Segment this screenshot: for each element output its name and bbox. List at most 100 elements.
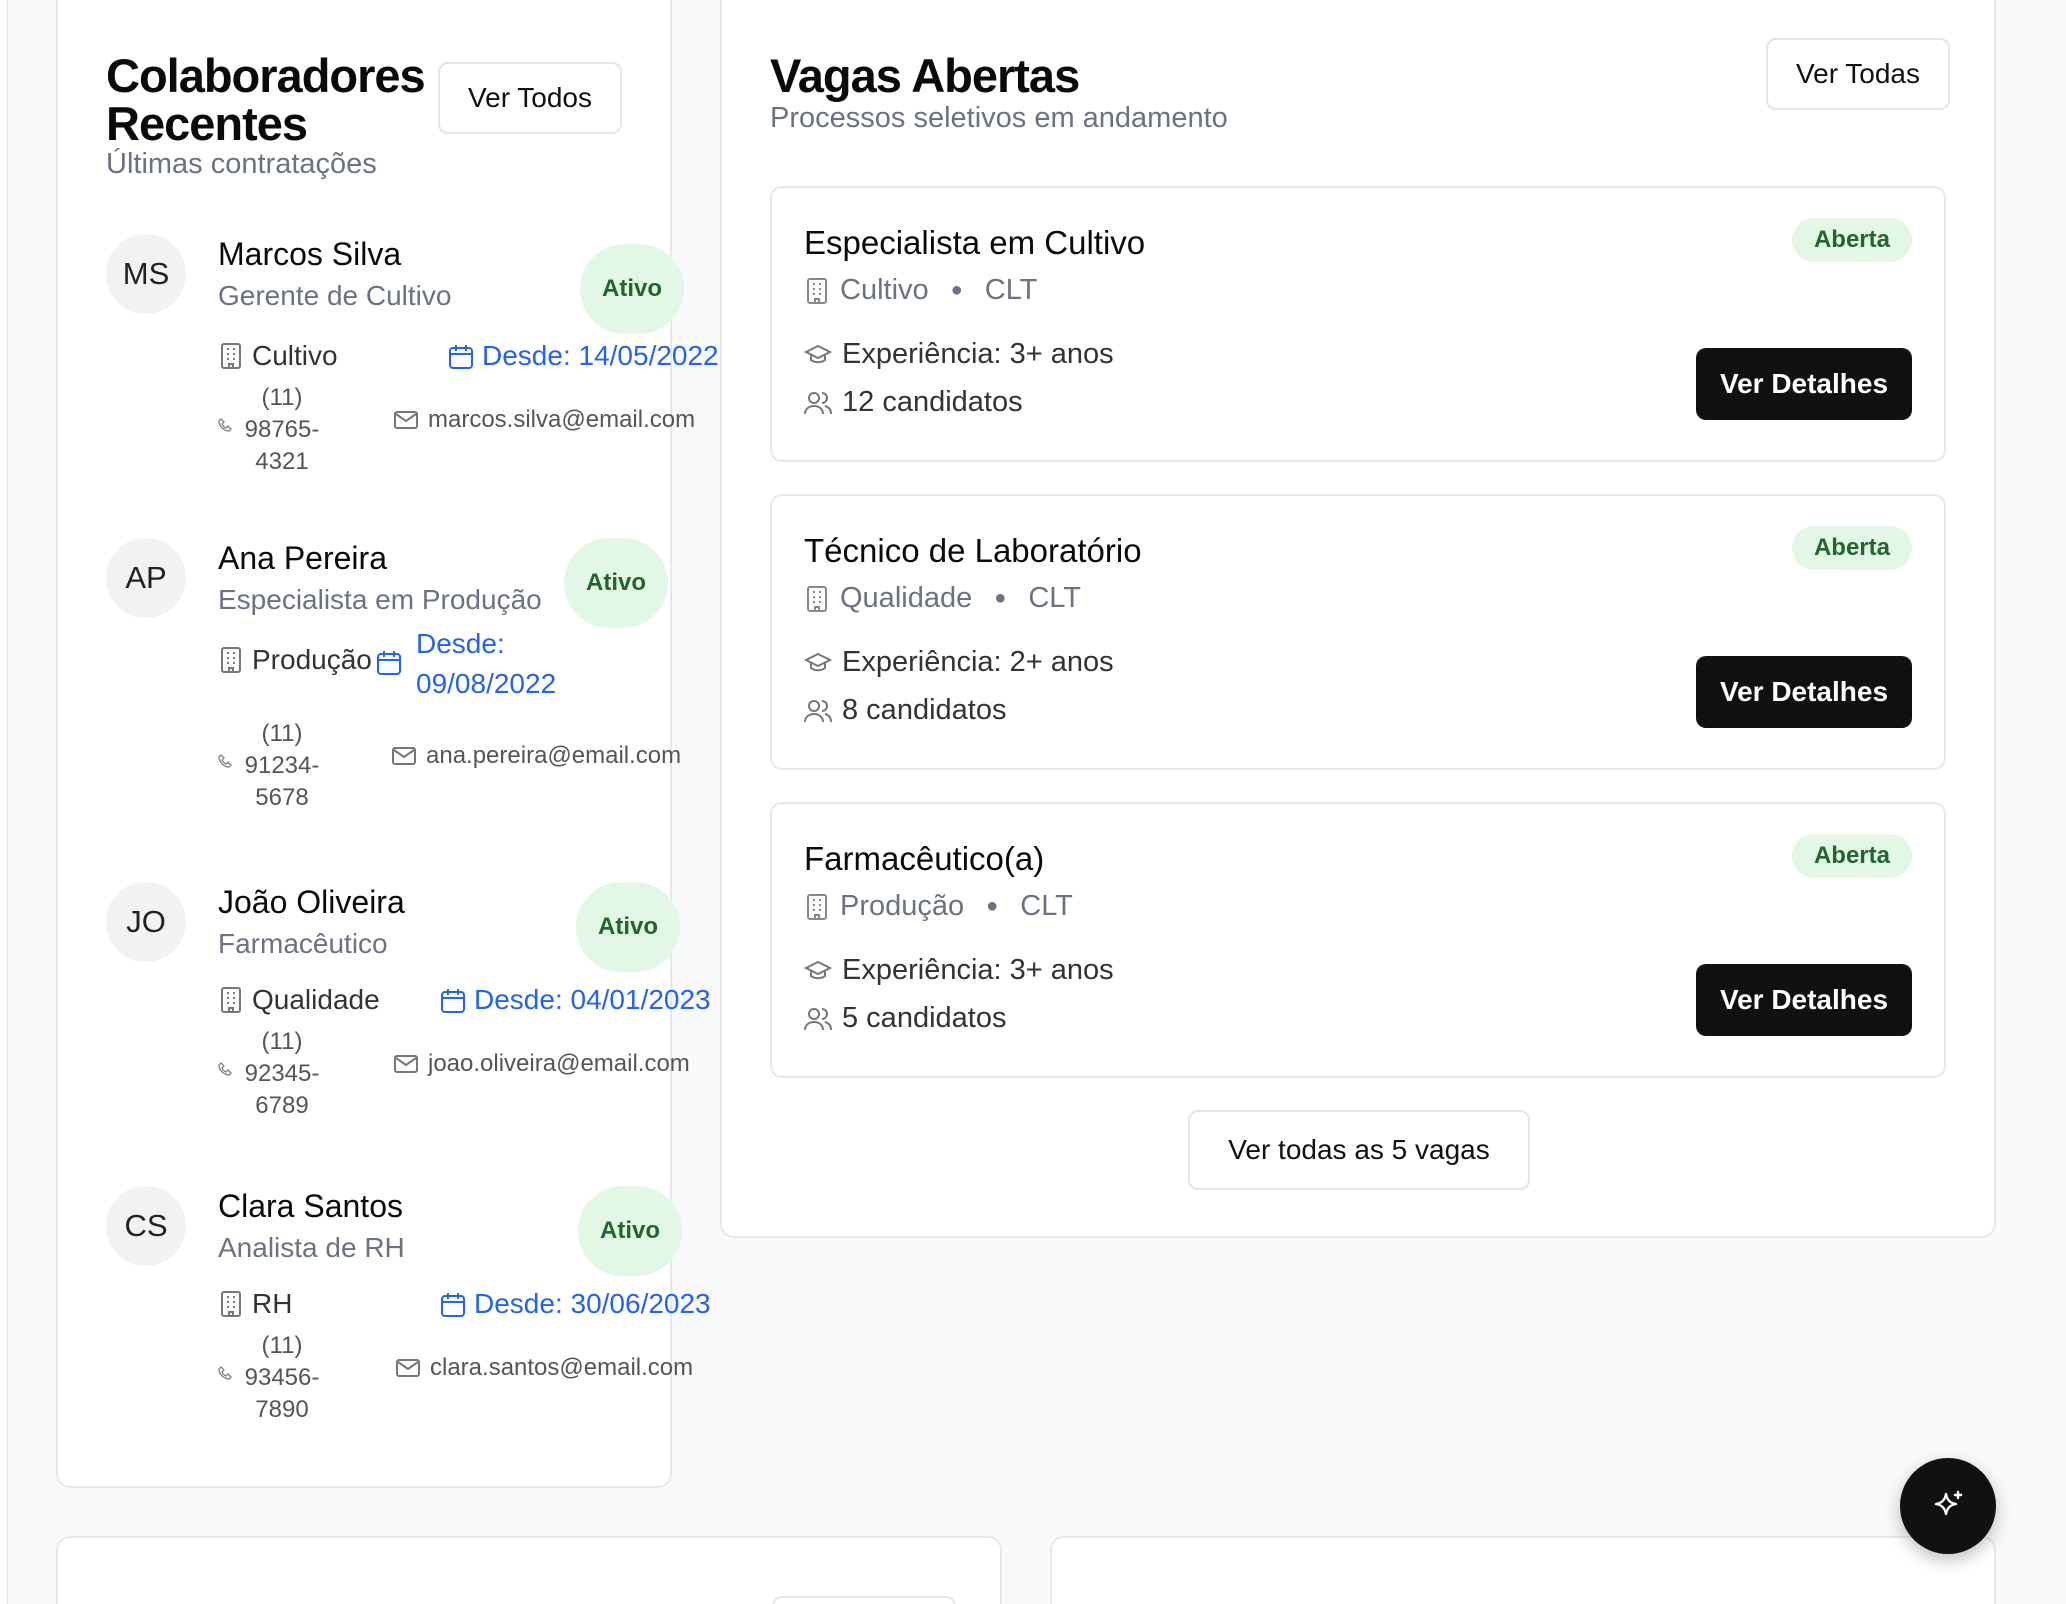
collaborator-role: Gerente de Cultivo	[218, 280, 452, 311]
avatar: JO	[106, 882, 186, 962]
building-icon	[218, 1290, 244, 1318]
view-job-details-button[interactable]: Ver Detalhes	[1696, 964, 1912, 1036]
collaborators-title-line2: Recentes	[106, 97, 308, 150]
job-meta: Qualidade ● CLT	[804, 582, 1081, 615]
pending-documents-card	[1050, 1536, 1996, 1604]
job-title: Técnico de Laboratório	[804, 532, 1142, 569]
email-text: joao.oliveira@email.com	[428, 1050, 690, 1077]
calendar-icon	[376, 650, 402, 676]
email: joao.oliveira@email.com	[394, 1050, 690, 1078]
job-title: Farmacêutico(a)	[804, 840, 1045, 877]
sparkles-icon	[1930, 1488, 1966, 1524]
job-meta: Produção ● CLT	[804, 890, 1073, 923]
job-contract: CLT	[1020, 890, 1073, 922]
collaborators-subtitle: Últimas contratações	[106, 148, 377, 180]
view-job-details-button[interactable]: Ver Detalhes	[1696, 348, 1912, 420]
collaborator-name: Marcos Silva	[218, 236, 402, 272]
collaborator-department: Qualidade	[218, 984, 380, 1016]
email-text: marcos.silva@email.com	[428, 406, 696, 433]
collaborator-department: Produção	[218, 644, 372, 676]
phone-icon	[218, 1062, 232, 1076]
collaborator-name: João Oliveira	[218, 884, 405, 920]
app-sidebar-edge	[0, 0, 8, 1604]
collaborator-item[interactable]: CS Clara Santos Analista de RH Ativo RH …	[106, 1186, 711, 1486]
email: ana.pereira@email.com	[392, 742, 681, 770]
graduation-cap-icon	[804, 344, 832, 366]
view-all-jobs-button[interactable]: Ver Todas	[1766, 38, 1950, 110]
ai-assistant-button[interactable]	[1900, 1458, 1996, 1554]
view-all-jobs-footer-button[interactable]: Ver todas as 5 vagas	[1188, 1110, 1530, 1190]
jobs-title: Vagas Abertas	[770, 49, 1080, 102]
job-contract: CLT	[984, 274, 1038, 306]
building-icon	[804, 585, 830, 613]
collaborator-department: Cultivo	[218, 340, 338, 372]
graduation-cap-icon	[804, 960, 832, 982]
phone-icon	[218, 418, 232, 432]
collaborator-item[interactable]: JO João Oliveira Farmacêutico Ativo Qual…	[106, 882, 711, 1182]
job-status-badge: Aberta	[1791, 218, 1912, 262]
separator-dot: ●	[986, 895, 999, 917]
job-card: Especialista em Cultivo Aberta Cultivo ●…	[770, 186, 1946, 462]
separator-dot: ●	[994, 587, 1007, 609]
jobs-subtitle: Processos seletivos em andamento	[770, 102, 1228, 134]
collaborator-name: Ana Pereira	[218, 540, 387, 576]
graduation-cap-icon	[804, 652, 832, 674]
email: clara.santos@email.com	[396, 1354, 693, 1382]
job-candidates: 5 candidatos	[804, 1002, 1006, 1035]
hire-date: Desde: 04/01/2023	[440, 984, 711, 1016]
job-status-badge: Aberta	[1791, 834, 1912, 878]
phone: (11) 93456- 7890	[218, 1330, 358, 1426]
calendar-icon	[448, 344, 474, 370]
status-badge: Ativo	[580, 244, 684, 334]
collaborator-role: Analista de RH	[218, 1232, 405, 1263]
avatar: AP	[106, 538, 186, 618]
users-icon	[804, 698, 832, 724]
mail-icon	[394, 410, 418, 430]
mail-icon	[392, 746, 416, 766]
collaborators-title-line1: Colaboradores	[106, 49, 426, 102]
status-badge: Ativo	[564, 538, 668, 628]
hire-date-text: Desde: 04/01/2023	[474, 984, 711, 1015]
view-job-details-button[interactable]: Ver Detalhes	[1696, 656, 1912, 728]
job-card: Farmacêutico(a) Aberta Produção ● CLT Ex…	[770, 802, 1946, 1078]
job-contract: CLT	[1028, 582, 1081, 614]
email-text: clara.santos@email.com	[430, 1354, 694, 1381]
mail-icon	[396, 1358, 420, 1378]
users-icon	[804, 390, 832, 416]
job-experience: Experiência: 3+ anos	[804, 338, 1114, 371]
collaborator-role: Especialista em Produção	[218, 584, 542, 615]
collaborator-role: Farmacêutico	[218, 928, 388, 959]
job-title: Especialista em Cultivo	[804, 224, 1146, 261]
users-icon	[804, 1006, 832, 1032]
collaborator-item[interactable]: AP Ana Pereira Especialista em Produção …	[106, 538, 706, 838]
hire-date-text: Desde: 30/06/2023	[474, 1288, 711, 1319]
avatar: MS	[106, 234, 186, 314]
job-experience: Experiência: 3+ anos	[804, 954, 1114, 987]
card-header-button[interactable]	[772, 1596, 956, 1604]
job-candidates: 12 candidatos	[804, 386, 1023, 419]
building-icon	[218, 342, 244, 370]
avatar: CS	[106, 1186, 186, 1266]
department-label: RH	[252, 1288, 293, 1319]
department-label: Produção	[252, 644, 372, 675]
department-label: Cultivo	[252, 340, 338, 371]
collaborator-item[interactable]: MS Marcos Silva Gerente de Cultivo Ativo…	[106, 234, 719, 534]
hire-date: Desde: 09/08/2022	[376, 624, 556, 704]
building-icon	[218, 986, 244, 1014]
status-badge: Ativo	[578, 1186, 682, 1276]
view-all-collaborators-button[interactable]: Ver Todos	[438, 62, 622, 134]
recent-candidates-card	[56, 1536, 1002, 1604]
job-candidates: 8 candidatos	[804, 694, 1006, 727]
phone-icon	[218, 754, 232, 768]
job-department: Cultivo	[840, 274, 929, 306]
collaborator-name: Clara Santos	[218, 1188, 403, 1224]
collaborator-department: RH	[218, 1288, 292, 1320]
email-text: ana.pereira@email.com	[426, 742, 682, 769]
calendar-icon	[440, 1292, 466, 1318]
email: marcos.silva@email.com	[394, 406, 695, 434]
building-icon	[804, 893, 830, 921]
open-jobs-card: Vagas Abertas Processos seletivos em and…	[720, 0, 1996, 1238]
job-department: Produção	[840, 890, 965, 922]
building-icon	[218, 646, 244, 674]
job-experience: Experiência: 2+ anos	[804, 646, 1114, 679]
